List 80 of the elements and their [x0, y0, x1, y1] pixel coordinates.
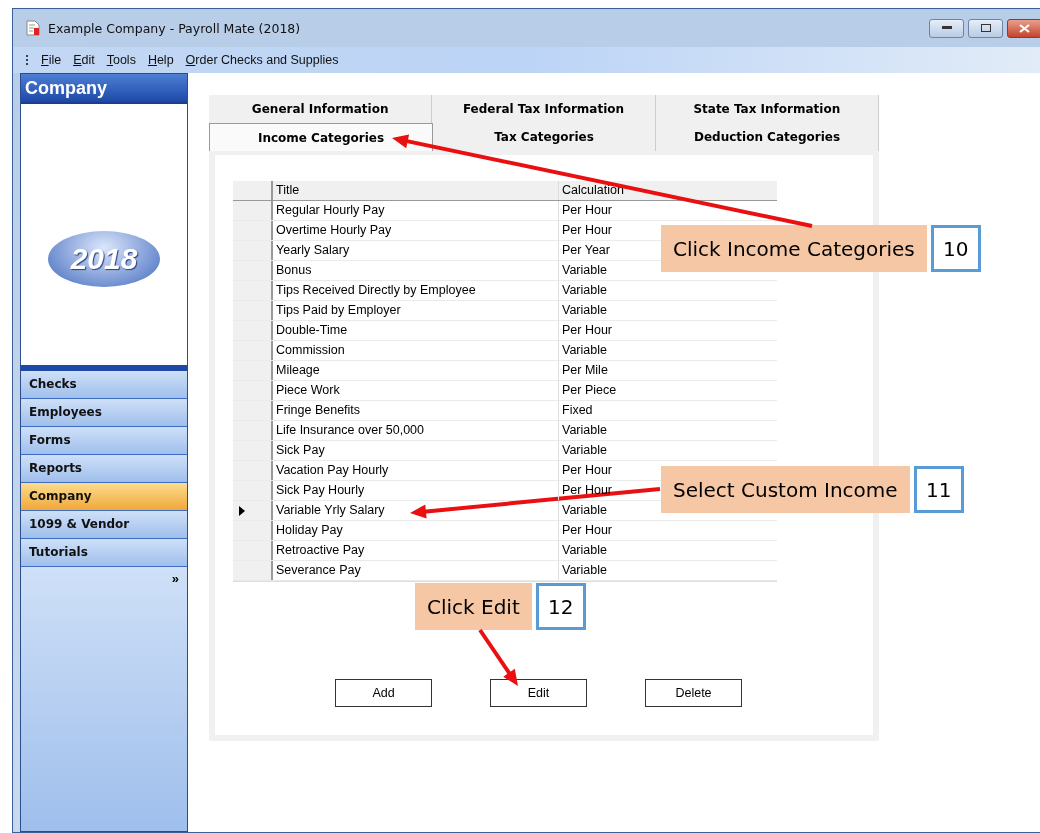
tab[interactable]: Deduction Categories — [656, 123, 879, 151]
row-pointer-icon — [239, 505, 245, 516]
table-cell: Variable — [562, 543, 607, 557]
table-cell: Variable — [562, 303, 607, 317]
nav-item[interactable]: Checks — [21, 370, 187, 399]
callout-label: Select Custom Income — [661, 466, 910, 513]
table-cell: Variable — [562, 263, 607, 277]
nav-item[interactable]: Reports — [21, 454, 187, 483]
table-cell: Holiday Pay — [273, 521, 559, 540]
action-button[interactable]: Add — [335, 679, 432, 707]
grip-icon — [26, 54, 29, 66]
table-cell: Per Hour — [562, 203, 613, 217]
callout-label: Click Edit — [415, 583, 532, 630]
menu-item[interactable]: Edit — [73, 53, 95, 67]
callout-label: Click Income Categories — [661, 225, 927, 272]
table-cell: Commission — [273, 341, 559, 360]
splitter-handle[interactable] — [21, 364, 187, 371]
table-cell: Tips Paid by Employer — [273, 301, 559, 320]
nav-item[interactable]: Company — [21, 482, 187, 511]
tab[interactable]: Federal Tax Information — [432, 95, 656, 123]
column-header[interactable]: Calculation — [559, 181, 777, 200]
table-cell: Fixed — [562, 403, 593, 417]
table-cell: Per Hour — [562, 323, 613, 337]
tab[interactable]: Tax Categories — [433, 123, 656, 151]
maximize-button[interactable] — [968, 18, 1003, 38]
table-cell: Overtime Hourly Pay — [273, 221, 559, 240]
maximize-icon — [980, 24, 991, 32]
table-cell: Variable — [562, 343, 607, 357]
pointer-arrow — [478, 628, 518, 686]
table-cell: Per Year — [562, 243, 610, 257]
table-cell: Fringe Benefits — [273, 401, 559, 420]
tab[interactable]: State Tax Information — [655, 95, 879, 123]
menu-item[interactable]: File — [41, 53, 62, 67]
table-cell: Variable — [562, 283, 607, 297]
table-cell: Double-Time — [273, 321, 559, 340]
tab[interactable]: Income Categories — [209, 123, 433, 151]
table-cell: Regular Hourly Pay — [273, 201, 559, 220]
table-cell: Piece Work — [273, 381, 559, 400]
menu-item[interactable]: Order Checks and Supplies — [185, 53, 339, 67]
step-number: 10 — [930, 225, 981, 272]
table-cell: Retroactive Pay — [273, 541, 559, 560]
table-cell: Per Hour — [562, 523, 613, 537]
close-button[interactable] — [1007, 18, 1040, 38]
menu-item[interactable]: Tools — [106, 53, 136, 67]
table-cell: Sick Pay Hourly — [273, 481, 559, 500]
table-cell: Severance Pay — [273, 561, 559, 580]
table-cell: Sick Pay — [273, 441, 559, 460]
table-cell: Tips Received Directly by Employee — [273, 281, 559, 300]
table-cell: Per Hour — [562, 223, 613, 237]
table-cell: Per Hour — [562, 463, 613, 477]
minimize-icon — [941, 26, 952, 30]
nav-item[interactable]: Employees — [21, 398, 187, 427]
action-button[interactable]: Delete — [645, 679, 742, 707]
table-cell: Variable — [562, 503, 607, 517]
table-cell: Variable — [562, 443, 607, 457]
step-number: 12 — [535, 583, 586, 630]
table-cell: Variable — [562, 563, 607, 577]
year-logo: 2018 — [48, 231, 160, 288]
table-cell: Bonus — [273, 261, 559, 280]
nav-item[interactable]: 1099 & Vendor — [21, 510, 187, 539]
step-number: 11 — [913, 466, 964, 513]
table-cell: Yearly Salary — [273, 241, 559, 260]
row-header[interactable] — [233, 501, 273, 520]
minimize-button[interactable] — [929, 18, 964, 38]
table-cell: Mileage — [273, 361, 559, 380]
table-cell: Life Insurance over 50,000 — [273, 421, 559, 440]
app-icon — [26, 20, 40, 36]
table-cell: Vacation Pay Hourly — [273, 461, 559, 480]
table-cell: Variable — [562, 423, 607, 437]
nav-item[interactable]: Tutorials — [21, 538, 187, 567]
sidebar-header: Company — [21, 74, 187, 102]
more-button[interactable]: » — [171, 570, 179, 586]
nav-item[interactable]: Forms — [21, 426, 187, 455]
table-cell: Per Mile — [562, 363, 608, 377]
close-icon — [1019, 23, 1030, 33]
table-cell: Per Piece — [562, 383, 617, 397]
menu-item[interactable]: Help — [147, 53, 174, 67]
window-title: Example Company - Payroll Mate (2018) — [48, 20, 301, 36]
column-header[interactable]: Title — [273, 181, 559, 200]
action-button[interactable]: Edit — [490, 679, 587, 707]
